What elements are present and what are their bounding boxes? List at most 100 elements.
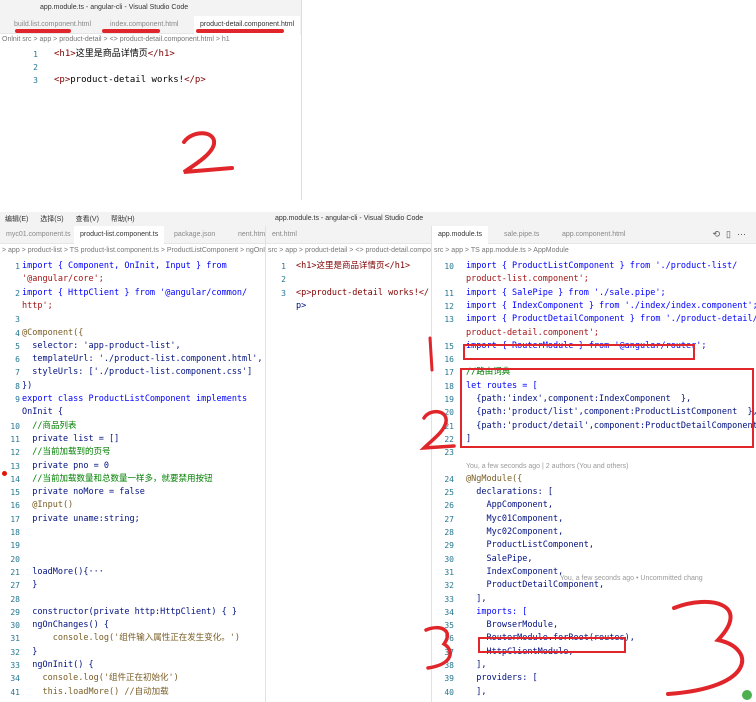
tab-component-html[interactable]: ent.html bbox=[266, 226, 303, 244]
code-row[interactable]: You, a few seconds ago | 2 authors (You … bbox=[432, 460, 756, 473]
line-number: 27 bbox=[444, 514, 454, 524]
code-row[interactable]: 2 bbox=[266, 273, 431, 286]
code-row[interactable]: 30 ngOnChanges() { bbox=[0, 619, 265, 632]
menu-help[interactable]: 帮助(H) bbox=[106, 212, 140, 226]
code-row[interactable]: 28 Myc02Component, bbox=[432, 526, 756, 539]
code-row[interactable]: 1 <h1>这里是商品详情页</h1> bbox=[266, 260, 431, 273]
annotation-underline bbox=[15, 29, 71, 33]
tab-myc01[interactable]: myc01.component.ts bbox=[0, 226, 77, 244]
code-row[interactable]: 29 ProductListComponent, bbox=[432, 539, 756, 552]
code-row[interactable]: 18 bbox=[0, 526, 265, 539]
code-row[interactable]: 27 Myc01Component, bbox=[432, 513, 756, 526]
code-row[interactable]: 25 declarations: [ bbox=[432, 486, 756, 499]
code-row[interactable]: 14 //当前加载数量和总数量一样多，就要禁用按钮 bbox=[0, 473, 265, 486]
line-number: 24 bbox=[444, 474, 454, 484]
code-row[interactable]: 30 SalePipe, bbox=[432, 553, 756, 566]
code-row[interactable]: '@angular/core'; bbox=[0, 273, 265, 286]
code-row[interactable]: 9 export class ProductListComponent imple… bbox=[0, 393, 265, 406]
code-row[interactable]: 11 private list = [] bbox=[0, 433, 265, 446]
inline-blame-annotation: You, a few seconds ago • Uncommitted cha… bbox=[560, 575, 703, 582]
line-number: 2 bbox=[281, 275, 286, 285]
code-text: p> bbox=[296, 300, 307, 311]
code-row[interactable]: 24 @NgModule({ bbox=[432, 473, 756, 486]
code-row[interactable]: 2 import { HttpClient } from '@angular/co… bbox=[0, 287, 265, 300]
menu-view[interactable]: 查看(V) bbox=[71, 212, 104, 226]
code-row[interactable]: 6 templateUrl: './product-list.component… bbox=[0, 353, 265, 366]
code-text: @NgModule({ bbox=[466, 473, 523, 484]
code-row[interactable]: 23 bbox=[432, 446, 756, 459]
html-tag-open: <p> bbox=[54, 75, 71, 85]
line-number: 9 bbox=[15, 395, 20, 404]
code-row[interactable]: http'; bbox=[0, 300, 265, 313]
tab-bar: app.module.ts sale.pipe.ts app.component… bbox=[432, 226, 756, 244]
code-row[interactable]: product-detail.component'; bbox=[432, 327, 756, 340]
tab-component-html[interactable]: nent.html bbox=[232, 226, 265, 244]
code-row[interactable]: 10 //商品列表 bbox=[0, 420, 265, 433]
code-row[interactable]: 34 console.log('组件正在初始化') bbox=[0, 672, 265, 685]
code-row[interactable]: 31 console.log('组件输入属性正在发生变化。') bbox=[0, 632, 265, 645]
code-row[interactable]: 32 } bbox=[0, 646, 265, 659]
code-row[interactable]: 7 styleUrls: ['./product-list.component.… bbox=[0, 366, 265, 379]
code-row[interactable]: 12 import { IndexComponent } from './inde… bbox=[432, 300, 756, 313]
line-number: 7 bbox=[15, 368, 20, 378]
code-row[interactable]: 41 this.loadMore() //自动加载 bbox=[0, 686, 265, 699]
code-row[interactable]: OnInit { bbox=[0, 406, 265, 419]
menu-selection[interactable]: 选择(S) bbox=[35, 212, 68, 226]
code-row[interactable]: product-list.component'; bbox=[432, 273, 756, 286]
code-row[interactable]: 28 bbox=[0, 593, 265, 606]
code-row[interactable]: 1 import { Component, OnInit, Input } fro… bbox=[0, 260, 265, 273]
code-row[interactable]: 17 private uname:string; bbox=[0, 513, 265, 526]
tab-sale-pipe[interactable]: sale.pipe.ts bbox=[498, 226, 545, 244]
line-number: 25 bbox=[444, 488, 454, 498]
code-row[interactable]: 10 import { ProductListComponent } from '… bbox=[432, 260, 756, 273]
code-row[interactable]: 3 <p>product-detail works!</ bbox=[266, 287, 431, 300]
line-number: 11 bbox=[444, 288, 454, 298]
code-row[interactable]: 11 import { SalePipe } from './sale.pipe'… bbox=[432, 287, 756, 300]
split-editor-icon[interactable]: ▯ bbox=[726, 229, 737, 239]
html-tag-close: </h1> bbox=[147, 49, 175, 59]
code-row[interactable]: 26 AppComponent, bbox=[432, 499, 756, 512]
code-text: product-detail.component'; bbox=[466, 327, 600, 338]
annotation-number-1 bbox=[428, 336, 434, 372]
code-row[interactable]: 33 ngOnInit() { bbox=[0, 659, 265, 672]
code-text: } bbox=[22, 580, 38, 591]
tab-app-component-html[interactable]: app.component.html bbox=[556, 226, 631, 244]
code-line-1[interactable]: <h1>这里是商品详情页</h1> bbox=[54, 48, 175, 61]
code-row[interactable]: p> bbox=[266, 300, 431, 313]
tab-package-json[interactable]: package.json bbox=[168, 226, 221, 244]
code-line-3[interactable]: <p>product-detail works!</p> bbox=[54, 74, 206, 87]
line-number: 30 bbox=[10, 621, 20, 631]
breakpoint-icon[interactable] bbox=[2, 471, 7, 476]
code-row[interactable]: 3 bbox=[0, 313, 265, 326]
git-compare-icon[interactable]: ⟲ bbox=[713, 229, 727, 239]
code-row[interactable]: 8}) bbox=[0, 380, 265, 393]
editor-actions: ⟲▯⋯ bbox=[713, 229, 753, 240]
more-actions-icon[interactable]: ⋯ bbox=[737, 229, 752, 239]
code-text: console.log('组件输入属性正在发生变化。') bbox=[22, 633, 240, 644]
code-row[interactable]: 13 import { ProductDetailComponent } from… bbox=[432, 313, 756, 326]
code-row[interactable]: 5 selector: 'app-product-list', bbox=[0, 340, 265, 353]
code-text: ], bbox=[466, 660, 487, 670]
tab-app-module[interactable]: app.module.ts bbox=[432, 226, 488, 244]
bottom-composite-screenshot: 编辑(E) 选择(S) 查看(V) 帮助(H) app.module.ts - … bbox=[0, 212, 756, 702]
code-row[interactable]: 21 loadMore(){··· bbox=[0, 566, 265, 579]
line-number: 40 bbox=[444, 687, 454, 697]
code-text: //商品列表 bbox=[22, 420, 77, 431]
code-row[interactable]: 29 constructor(private http:HttpClient) … bbox=[0, 606, 265, 619]
code-row[interactable]: 15 private noMore = false bbox=[0, 486, 265, 499]
code-text: constructor(private http:HttpClient) { } bbox=[22, 606, 237, 617]
line-number: 39 bbox=[444, 674, 454, 684]
code-text: declarations: [ bbox=[466, 487, 553, 498]
code-row[interactable]: 13 private pno = 0 bbox=[0, 460, 265, 473]
code-text: } bbox=[22, 646, 38, 657]
code-row[interactable]: 27 } bbox=[0, 579, 265, 592]
line-number: 29 bbox=[10, 607, 20, 617]
code-row[interactable]: 16 @Input() bbox=[0, 499, 265, 512]
tab-product-list[interactable]: product-list.component.ts bbox=[74, 226, 165, 244]
code-row[interactable]: 4 @Component({ bbox=[0, 327, 265, 340]
menu-edit[interactable]: 编辑(E) bbox=[0, 212, 33, 226]
code-row[interactable]: 12 //当前加载到的页号 bbox=[0, 446, 265, 459]
code-text: providers: [ bbox=[466, 673, 538, 684]
code-row[interactable]: 19 bbox=[0, 539, 265, 552]
code-row[interactable]: 20 bbox=[0, 553, 265, 566]
